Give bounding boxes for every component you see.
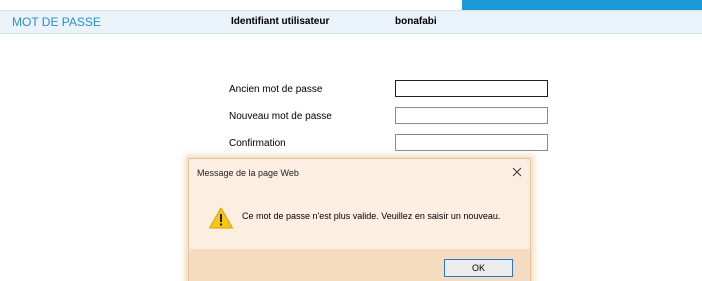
old-password-label: Ancien mot de passe [229, 84, 323, 95]
message-dialog: Message de la page Web Ce mot de passe n… [188, 158, 531, 281]
user-id-label: Identifiant utilisateur [231, 16, 330, 27]
header-bar: MOT DE PASSE Identifiant utilisateur bon… [0, 10, 702, 34]
old-password-input[interactable] [395, 80, 548, 97]
page-title: MOT DE PASSE [12, 15, 101, 29]
confirm-password-label: Confirmation [229, 138, 286, 149]
close-icon[interactable] [511, 165, 523, 177]
dialog-message: Ce mot de passe n'est plus valide. Veuil… [242, 211, 501, 221]
dialog-title: Message de la page Web [197, 168, 299, 178]
confirm-password-input[interactable] [395, 134, 548, 151]
new-password-input[interactable] [395, 107, 548, 124]
warning-icon [208, 206, 234, 230]
new-password-label: Nouveau mot de passe [229, 111, 332, 122]
user-id-value: bonafabi [395, 16, 437, 27]
dialog-footer: OK [189, 249, 530, 281]
page: MOT DE PASSE Identifiant utilisateur bon… [0, 0, 702, 281]
dialog-body: Ce mot de passe n'est plus valide. Veuil… [189, 187, 530, 249]
ok-button[interactable]: OK [444, 259, 513, 277]
top-accent-bar [462, 0, 702, 10]
